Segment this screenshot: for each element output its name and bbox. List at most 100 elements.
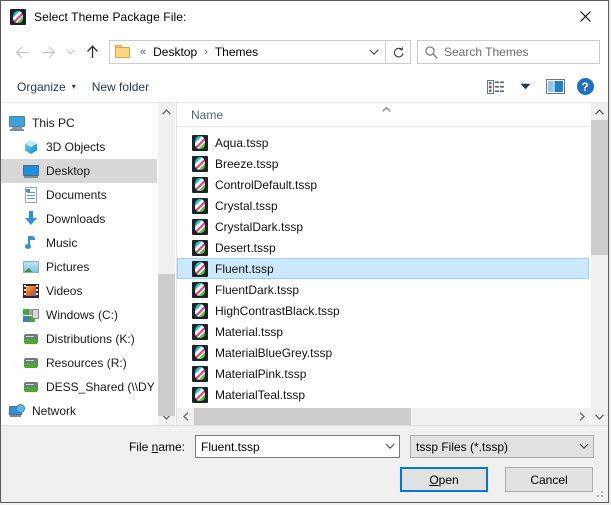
scroll-thumb[interactable] (158, 274, 175, 416)
view-options-dropdown-icon[interactable] (510, 75, 540, 99)
file-name: FluentDark.tssp (215, 282, 300, 297)
list-item[interactable]: CrystalDark.tssp (177, 216, 589, 237)
cancel-label: Cancel (530, 472, 568, 487)
scroll-down-button[interactable] (591, 408, 608, 425)
list-item[interactable]: ControlDefault.tssp (177, 174, 589, 195)
sidebar-item-label: Videos (46, 284, 83, 298)
sidebar-item-label: Resources (R:) (46, 356, 127, 370)
refresh-button[interactable] (385, 40, 411, 64)
preview-pane-icon[interactable] (540, 75, 570, 99)
search-icon (418, 45, 444, 59)
filetype-dropdown[interactable]: tssp Files (*.tssp) (410, 435, 594, 458)
sidebar-item-music[interactable]: Music (1, 231, 157, 255)
breadcrumb-separator[interactable]: › (204, 46, 208, 58)
3d-objects-icon (23, 139, 39, 155)
file-name: ControlDefault.tssp (215, 177, 318, 192)
sidebar-item-this-pc[interactable]: This PC (1, 111, 157, 135)
list-item[interactable]: Material.tssp (177, 321, 589, 342)
sidebar-item-label: Distributions (K:) (46, 332, 135, 346)
back-button[interactable] (9, 39, 35, 65)
sidebar-item-label: Desktop (46, 164, 91, 178)
dialog-buttons: Open Cancel (15, 467, 594, 502)
sidebar-item-pictures[interactable]: Pictures (1, 255, 157, 279)
sidebar-item-windows-c[interactable]: Windows (C:) (1, 303, 157, 327)
list-item[interactable]: HighContrastBlack.tssp (177, 300, 589, 321)
scroll-thumb[interactable] (194, 408, 411, 425)
sidebar-item-videos[interactable]: Videos (1, 279, 157, 303)
recent-locations-button[interactable] (61, 39, 79, 65)
address-dropdown-icon[interactable] (363, 49, 385, 56)
breadcrumb-item-themes[interactable]: Themes (213, 44, 260, 60)
network-icon (9, 403, 25, 419)
chevron-down-icon[interactable] (381, 443, 399, 450)
scroll-thumb[interactable] (591, 120, 608, 255)
filename-label: File name: (15, 440, 195, 454)
scroll-left-button[interactable] (177, 408, 194, 425)
music-icon (23, 235, 39, 251)
file-list-vertical-scrollbar[interactable] (590, 103, 608, 425)
this-pc-icon (9, 115, 25, 131)
help-icon[interactable]: ? (570, 75, 600, 99)
new-folder-button[interactable]: New folder (84, 76, 157, 98)
help-glyph: ? (576, 78, 594, 95)
list-item[interactable]: Aqua.tssp (177, 132, 589, 153)
filename-row: File name: Fluent.tssp tssp Files (*.tss… (15, 435, 594, 458)
view-options-icon[interactable] (480, 75, 510, 99)
filename-value[interactable]: Fluent.tssp (196, 440, 381, 454)
scroll-track[interactable] (591, 120, 608, 408)
scroll-track[interactable] (158, 120, 175, 416)
file-name: MaterialTeal.tssp (215, 387, 306, 402)
new-folder-label: New folder (91, 79, 150, 94)
file-name: Breeze.tssp (215, 156, 279, 171)
filename-input[interactable]: Fluent.tssp (195, 435, 400, 458)
file-list-horizontal-scrollbar[interactable] (177, 407, 590, 425)
column-header-row: Name (177, 103, 590, 127)
sidebar-item-3d-objects[interactable]: 3D Objects (1, 135, 157, 159)
list-item[interactable]: MaterialTeal.tssp (177, 384, 589, 405)
filetype-value[interactable]: tssp Files (*.tssp) (411, 440, 575, 454)
sidebar-item-distributions-k[interactable]: Distributions (K:) (1, 327, 157, 351)
list-item[interactable]: FluentDark.tssp (177, 279, 589, 300)
scroll-up-button[interactable] (591, 103, 608, 120)
sidebar-item-dess-shared[interactable]: DESS_Shared (\\DY (1, 375, 157, 399)
sidebar-item-resources-r[interactable]: Resources (R:) (1, 351, 157, 375)
list-item[interactable]: Breeze.tssp (177, 153, 589, 174)
resize-grip[interactable] (593, 487, 605, 499)
breadcrumb-item-desktop[interactable]: Desktop (151, 44, 199, 60)
list-item[interactable]: Crystal.tssp (177, 195, 589, 216)
forward-button[interactable] (35, 39, 61, 65)
column-header-name[interactable]: Name (177, 108, 223, 122)
scroll-right-button[interactable] (573, 408, 590, 425)
list-item-selected[interactable]: Fluent.tssp (177, 258, 589, 279)
file-list[interactable]: Aqua.tssp Breeze.tssp ControlDefault.tss… (177, 127, 590, 407)
scroll-up-button[interactable] (158, 103, 175, 120)
list-item[interactable]: MaterialPink.tssp (177, 363, 589, 384)
sidebar-item-network[interactable]: Network (1, 399, 157, 423)
scroll-track[interactable] (194, 408, 573, 425)
file-list-top: Name Aqua.tssp Breeze.tssp ControlDefaul… (177, 103, 608, 425)
sidebar-item-downloads[interactable]: Downloads (1, 207, 157, 231)
sidebar-item-desktop[interactable]: Desktop (1, 159, 157, 183)
dialog-footer: File name: Fluent.tssp tssp Files (*.tss… (1, 426, 608, 502)
cancel-button[interactable]: Cancel (505, 467, 593, 492)
list-item[interactable]: Desert.tssp (177, 237, 589, 258)
sidebar-item-label: 3D Objects (46, 140, 106, 154)
list-item[interactable]: MaterialBlueGrey.tssp (177, 342, 589, 363)
open-button[interactable]: Open (400, 467, 488, 492)
theme-package-icon (192, 365, 208, 382)
theme-package-icon (192, 281, 208, 298)
breadcrumb-overflow[interactable]: « (140, 46, 146, 58)
theme-package-icon (192, 155, 208, 172)
address-bar[interactable]: « Desktop › Themes (109, 40, 386, 64)
search-box[interactable]: Search Themes (417, 40, 600, 64)
file-name: Material.tssp (215, 324, 284, 339)
organize-button[interactable]: Organize ▾ (9, 76, 84, 98)
sidebar-item-documents[interactable]: Documents (1, 183, 157, 207)
close-button[interactable] (562, 1, 608, 31)
sidebar-item-label: Network (32, 404, 77, 418)
navigation-pane-scrollbar[interactable] (157, 103, 175, 425)
search-input[interactable]: Search Themes (444, 45, 529, 59)
chevron-down-icon[interactable] (575, 443, 593, 450)
up-button[interactable] (79, 39, 105, 65)
theme-package-icon (192, 386, 208, 403)
